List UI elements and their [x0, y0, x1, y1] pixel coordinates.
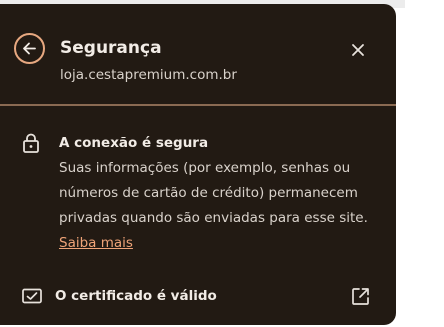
certificate-label: O certificado é válido: [55, 288, 217, 304]
lock-icon: [23, 133, 39, 153]
description-line: números de cartão de crédito) permanecem: [59, 185, 358, 201]
connection-description: Suas informações (por exemplo, senhas ou…: [59, 156, 379, 256]
site-domain: loja.cestapremium.com.br: [60, 67, 237, 83]
description-line: privadas quando são enviadas para esse s…: [59, 210, 368, 226]
certificate-row[interactable]: O certificado é válido: [0, 280, 396, 314]
back-arrow-icon: [23, 42, 36, 55]
back-button[interactable]: [14, 33, 45, 64]
learn-more-link[interactable]: Saiba mais: [59, 235, 133, 251]
connection-status-title: A conexão é segura: [59, 135, 209, 151]
certificate-icon: [22, 288, 42, 304]
divider: [0, 104, 396, 106]
page-title: Segurança: [60, 38, 162, 58]
external-link-icon[interactable]: [351, 287, 370, 306]
close-icon: [352, 44, 364, 56]
description-line: Suas informações (por exemplo, senhas ou: [59, 160, 351, 176]
security-popup: Segurança loja.cestapremium.com.br A con…: [0, 4, 396, 325]
close-button[interactable]: [348, 40, 368, 60]
